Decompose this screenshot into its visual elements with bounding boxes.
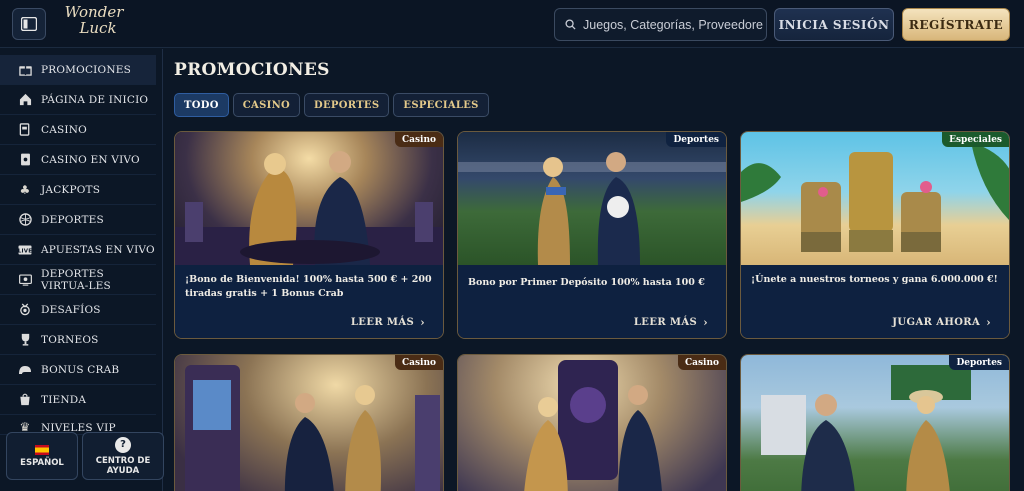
- sidebar-item-label: CASINO: [41, 123, 87, 136]
- sidebar-item-label: BONUS CRAB: [41, 363, 120, 376]
- filter-tab-todo[interactable]: TODO: [174, 93, 229, 117]
- language-label: ESPAÑOL: [20, 457, 64, 468]
- category-badge: Casino: [394, 355, 443, 370]
- promo-image-tournaments: Especiales: [741, 132, 1009, 265]
- action-label: JUGAR AHORA: [892, 317, 981, 328]
- read-more-link[interactable]: LEER MÁS ›: [634, 316, 708, 329]
- clover-icon: ♣: [19, 182, 31, 197]
- filter-tab-especiales[interactable]: ESPECIALES: [393, 93, 489, 117]
- filter-tabs: TODO CASINO DEPORTES ESPECIALES: [174, 93, 489, 117]
- language-button[interactable]: ESPAÑOL: [6, 432, 78, 480]
- read-more-link[interactable]: LEER MÁS ›: [351, 316, 425, 329]
- sidebar-item-casino-en-vivo[interactable]: CASINO EN VIVO: [0, 145, 156, 175]
- promo-image-casino-welcome: Casino: [175, 132, 443, 265]
- sidebar-item-promociones[interactable]: PROMOCIONES: [0, 55, 156, 85]
- filter-tab-casino[interactable]: CASINO: [232, 93, 301, 117]
- sidebar-item-label: DEPORTES: [41, 213, 104, 226]
- sidebar-item-bonus-crab[interactable]: BONUS CRAB: [0, 355, 156, 385]
- sidebar-item-label: TORNEOS: [41, 333, 99, 346]
- sidebar: PROMOCIONES PÁGINA DE INICIO CASINO CASI…: [0, 49, 163, 491]
- sidebar-item-label: PÁGINA DE INICIO: [41, 93, 149, 106]
- sidebar-item-deportes[interactable]: DEPORTES: [0, 205, 156, 235]
- spain-flag-icon: [35, 444, 49, 455]
- page-title: PROMOCIONES: [174, 60, 330, 80]
- search-box[interactable]: [554, 8, 767, 41]
- category-badge: Casino: [677, 355, 726, 370]
- promo-card[interactable]: Casino: [174, 354, 444, 491]
- sidebar-item-label: CASINO EN VIVO: [41, 153, 140, 166]
- filter-tab-deportes[interactable]: DEPORTES: [304, 93, 390, 117]
- promo-card[interactable]: Deportes: [740, 354, 1010, 491]
- main-content: PROMOCIONES TODO CASINO DEPORTES ESPECIA…: [164, 49, 1024, 491]
- sidebar-item-label: TIENDA: [41, 393, 87, 406]
- crab-icon: [18, 363, 32, 377]
- sidebar-item-tienda[interactable]: TIENDA: [0, 385, 156, 415]
- sidebar-item-apuestas-en-vivo[interactable]: LIVE APUESTAS EN VIVO: [0, 235, 156, 265]
- trophy-icon: [18, 333, 32, 347]
- promo-description: ¡Únete a nuestros torneos y gana 6.000.0…: [751, 274, 998, 285]
- sidebar-item-torneos[interactable]: TORNEOS: [0, 325, 156, 355]
- register-button[interactable]: REGÍSTRATE: [902, 8, 1010, 41]
- sidebar-toggle-icon: [21, 17, 37, 31]
- sidebar-item-label: PROMOCIONES: [41, 63, 131, 76]
- virtual-sports-icon: [18, 273, 32, 287]
- logo-line2: Luck: [79, 19, 117, 37]
- play-now-link[interactable]: JUGAR AHORA ›: [892, 316, 991, 329]
- category-badge: Deportes: [949, 355, 1009, 370]
- sidebar-item-label: JACKPOTS: [41, 183, 101, 196]
- search-icon: [565, 19, 576, 30]
- login-button[interactable]: INICIA SESIÓN: [774, 8, 894, 41]
- help-label: CENTRO DE AYUDA: [95, 455, 151, 476]
- logo[interactable]: Wonder Luck: [58, 4, 130, 44]
- category-badge: Especiales: [942, 132, 1009, 147]
- top-bar: Wonder Luck INICIA SESIÓN REGÍSTRATE: [0, 0, 1024, 48]
- gift-icon: [18, 63, 32, 77]
- sidebar-item-inicio[interactable]: PÁGINA DE INICIO: [0, 85, 156, 115]
- sidebar-item-label: APUESTAS EN VIVO: [41, 243, 155, 256]
- sidebar-item-deportes-virtuales[interactable]: DEPORTES VIRTUA-LES: [0, 265, 156, 295]
- chevron-right-icon: ›: [986, 316, 991, 329]
- promo-card[interactable]: Casino: [457, 354, 727, 491]
- sidebar-item-desafios[interactable]: DESAFÍOS: [0, 295, 156, 325]
- sidebar-item-label: DESAFÍOS: [41, 303, 101, 316]
- medal-icon: [18, 303, 32, 317]
- action-label: LEER MÁS: [350, 317, 415, 328]
- promo-image-casino-slots: Casino: [175, 355, 443, 491]
- sidebar-item-casino[interactable]: CASINO: [0, 115, 156, 145]
- chevron-right-icon: ›: [703, 316, 708, 329]
- promo-description: ¡Bono de Bienvenida! 100% hasta 500 € + …: [185, 274, 432, 299]
- sidebar-toggle-button[interactable]: [12, 8, 46, 40]
- promo-image-sports-deposit: Deportes: [458, 132, 726, 265]
- sidebar-item-label: DEPORTES VIRTUA-LES: [41, 267, 111, 292]
- category-badge: Deportes: [666, 132, 726, 147]
- sidebar-footer: ESPAÑOL ? CENTRO DE AYUDA: [6, 432, 164, 480]
- action-label: LEER MÁS: [633, 317, 698, 328]
- sidebar-item-jackpots[interactable]: ♣ JACKPOTS: [0, 175, 156, 205]
- ball-icon: [18, 213, 32, 227]
- promo-description: Bono por Primer Depósito 100% hasta 100 …: [468, 277, 705, 288]
- promo-card[interactable]: Deportes Bono por Primer Depósito 100% h…: [457, 131, 727, 339]
- promo-image-casino-reload: Casino: [458, 355, 726, 491]
- slot-machine-icon: [18, 123, 32, 137]
- svg-text:LIVE: LIVE: [18, 248, 32, 254]
- shop-icon: [18, 393, 32, 407]
- live-icon: LIVE: [18, 243, 32, 257]
- promo-card[interactable]: Casino ¡Bono de Bienvenida! 100% hasta 5…: [174, 131, 444, 339]
- promo-image-sports-masters: Deportes: [741, 355, 1009, 491]
- home-icon: [18, 93, 32, 107]
- live-card-icon: [18, 153, 32, 167]
- search-input[interactable]: [583, 17, 763, 32]
- chevron-right-icon: ›: [420, 316, 425, 329]
- promo-card[interactable]: Especiales ¡Únete a nuestros torneos y g…: [740, 131, 1010, 339]
- help-center-button[interactable]: ? CENTRO DE AYUDA: [82, 432, 164, 480]
- category-badge: Casino: [394, 132, 443, 147]
- help-icon: ?: [115, 436, 131, 453]
